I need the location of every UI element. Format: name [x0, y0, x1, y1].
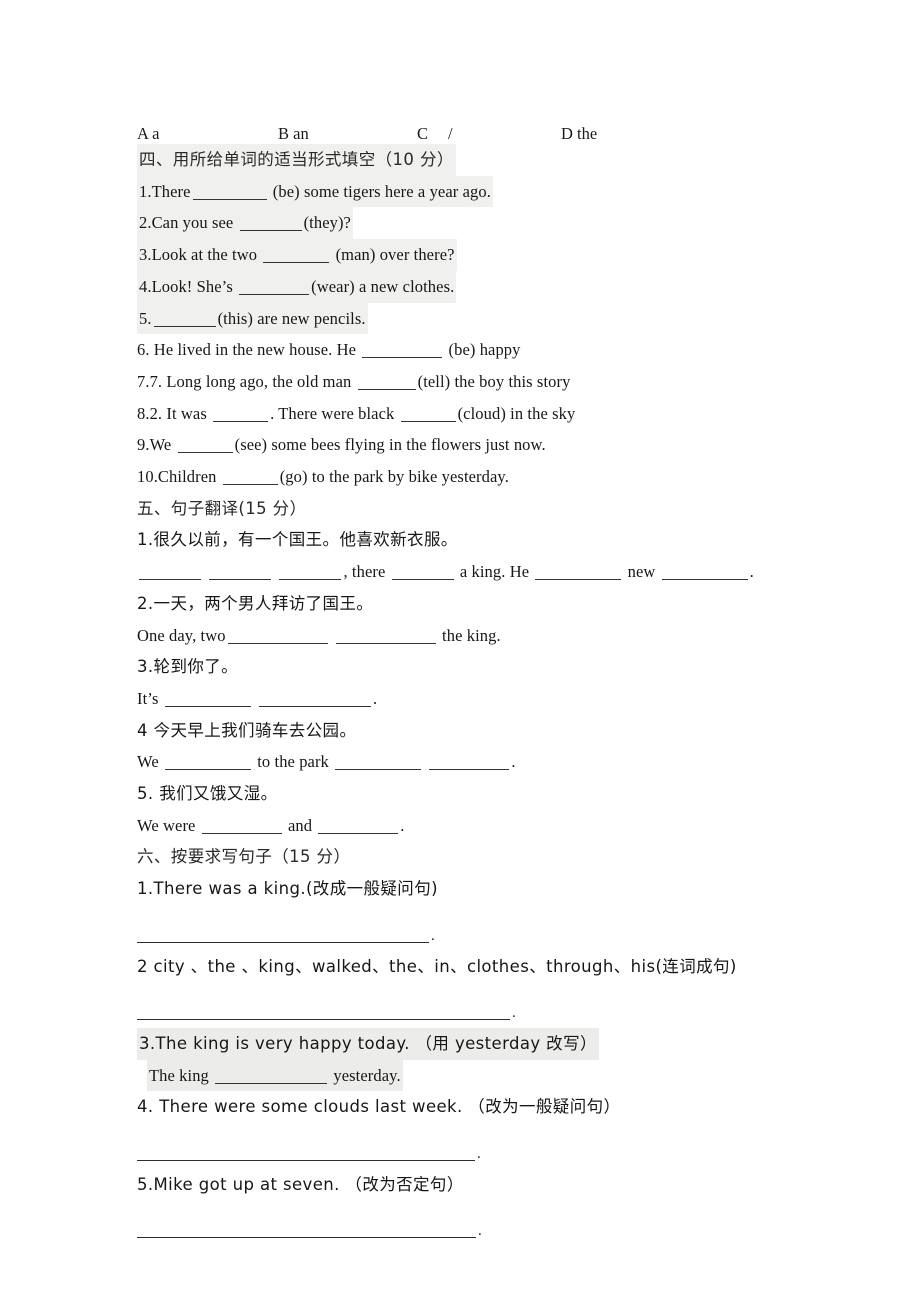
mc-option-c-value: / — [448, 124, 453, 143]
answer-blank[interactable] — [164, 693, 251, 707]
rule-period: . — [512, 1004, 516, 1021]
answer-blank[interactable] — [209, 566, 272, 581]
exam-page: A a B an C / D the 四、用所给单词的适当形式填空（10 分） … — [0, 0, 920, 1302]
answer-blank[interactable] — [227, 630, 328, 644]
answer-blank[interactable] — [263, 249, 330, 264]
answer-blank[interactable] — [165, 756, 252, 771]
mc-options-row: A a B an C / D the — [137, 118, 837, 144]
section-six-prompt-3: 3.The king is very happy today. （用 yeste… — [137, 1027, 837, 1060]
section-four-item-1: 1.There (be) some tigers here a year ago… — [137, 175, 837, 208]
rule-period: . — [477, 1145, 481, 1162]
section-five-prompt-1: 1.很久以前，有一个国王。他喜欢新衣服。 — [137, 530, 458, 550]
answer-rule[interactable] — [137, 1159, 475, 1161]
page-content: A a B an C / D the 四、用所给单词的适当形式填空（10 分） … — [137, 118, 837, 1246]
answer-blank[interactable] — [400, 408, 456, 422]
mc-option-b: B an — [278, 124, 309, 143]
section-five-heading: 五、句子翻译(15 分） — [137, 498, 307, 518]
section-six-answer-rule-4[interactable]: . — [137, 1214, 837, 1246]
section-four-item-9: 9.We (see) some bees flying in the flowe… — [137, 435, 546, 455]
section-five-answer-1: , there a king. He new . — [137, 556, 837, 588]
section-four-heading: 四、用所给单词的适当形式填空（10 分） — [137, 144, 837, 176]
mc-option-c: C — [417, 124, 429, 143]
section-four-item-10: 10.Children (go) to the park by bike yes… — [137, 467, 509, 487]
section-six-prompt-2: 2 city 、the 、king、walked、the、in、clothes、… — [137, 956, 737, 976]
section-six-prompt-1: 1.There was a king.(改成一般疑问句) — [137, 879, 438, 899]
section-four-item-3: 3.Look at the two (man) over there? — [137, 239, 837, 271]
rule-period: . — [431, 927, 435, 944]
answer-blank[interactable] — [391, 566, 454, 581]
answer-blank[interactable] — [215, 1070, 328, 1084]
section-six-answer-3: The king yesterday. — [137, 1059, 837, 1092]
section-five-prompt-5: 5. 我们又饿又湿。 — [137, 784, 278, 804]
answer-blank[interactable] — [335, 756, 422, 771]
answer-rule[interactable] — [137, 1237, 476, 1239]
answer-blank[interactable] — [213, 408, 269, 422]
section-four-item-6: 6. He lived in the new house. He (be) ha… — [137, 340, 521, 360]
answer-blank[interactable] — [239, 281, 310, 295]
answer-blank[interactable] — [258, 693, 371, 707]
section-four-item-5: 5. (this) are new pencils. — [137, 302, 837, 335]
section-five-prompt-2: 2.一天，两个男人拜访了国王。 — [137, 593, 374, 613]
answer-blank[interactable] — [661, 566, 748, 581]
answer-blank[interactable] — [201, 820, 282, 834]
section-five-answer-2: One day, two the king. — [137, 625, 501, 645]
answer-rule[interactable] — [137, 941, 429, 943]
section-six-answer-rule-2[interactable]: . — [137, 996, 837, 1028]
mc-option-d: D the — [561, 124, 598, 143]
answer-blank[interactable] — [429, 756, 510, 771]
answer-blank[interactable] — [239, 217, 302, 232]
answer-blank[interactable] — [335, 630, 436, 644]
answer-blank[interactable] — [362, 344, 443, 359]
section-five-answer-3: It’s . — [137, 688, 378, 708]
answer-blank[interactable] — [153, 313, 216, 327]
rule-period: . — [478, 1223, 482, 1240]
section-five-prompt-4: 4 今天早上我们骑车去公园。 — [137, 720, 357, 740]
answer-blank[interactable] — [222, 471, 278, 486]
section-five-answer-4: We to the park . — [137, 752, 516, 772]
section-six-prompt-4: 4. There were some clouds last week. （改为… — [137, 1097, 621, 1117]
section-four-item-7: 7.7. Long long ago, the old man (tell) t… — [137, 371, 571, 391]
section-four-item-2: 2.Can you see (they)? — [137, 207, 837, 240]
section-six-answer-rule-1[interactable]: . — [137, 919, 837, 951]
answer-blank[interactable] — [357, 376, 416, 390]
answer-blank[interactable] — [535, 566, 622, 581]
mc-option-a: A a — [137, 124, 160, 143]
section-four-item-8: 8.2. It was . There were black (cloud) i… — [137, 403, 576, 423]
section-five-answer-5: We were and . — [137, 815, 405, 835]
section-four-item-4: 4.Look! She’s (wear) a new clothes. — [137, 270, 837, 303]
section-six-prompt-5: 5.Mike got up at seven. （改为否定句） — [137, 1174, 464, 1194]
answer-blank[interactable] — [318, 820, 399, 834]
section-five-prompt-3: 3.轮到你了。 — [137, 657, 239, 677]
answer-blank[interactable] — [139, 566, 201, 581]
section-six-answer-rule-3[interactable]: . — [137, 1137, 837, 1169]
answer-blank[interactable] — [279, 566, 342, 581]
answer-blank[interactable] — [192, 186, 267, 200]
answer-rule[interactable] — [137, 1018, 510, 1020]
section-six-heading: 六、按要求写句子（15 分） — [137, 847, 351, 867]
answer-blank[interactable] — [177, 439, 233, 454]
